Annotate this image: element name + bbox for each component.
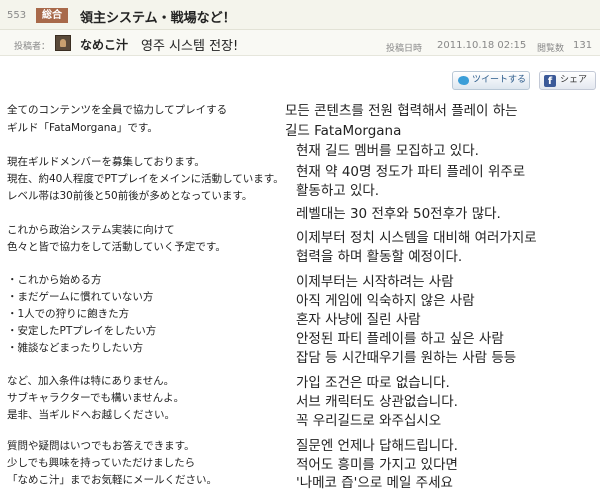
korean-line: 레벨대는 30 전후와 50전후가 많다. bbox=[296, 206, 501, 222]
view-count-label: 閲覧数 bbox=[537, 44, 565, 54]
korean-line: 적어도 흥미를 가지고 있다면 bbox=[296, 457, 458, 473]
korean-line: 이제부터는 시작하려는 사람 bbox=[296, 274, 454, 290]
japanese-line: 質問や疑問はいつでもお答えできます。 bbox=[7, 440, 195, 452]
avatar[interactable] bbox=[55, 35, 71, 51]
korean-line: 안정된 파티 플레이를 하고 싶은 사람 bbox=[296, 331, 504, 347]
tweet-button[interactable]: ツイートする bbox=[452, 71, 530, 90]
japanese-line: 現在ギルドメンバーを募集しております。 bbox=[7, 156, 205, 168]
posted-date-label: 投稿日時 bbox=[386, 44, 423, 54]
facebook-share-button[interactable]: f シェア bbox=[539, 71, 596, 90]
korean-line: 질문엔 언제나 답해드립니다. bbox=[296, 438, 458, 454]
korean-line: 서브 캐릭터도 상관없습니다. bbox=[296, 394, 458, 410]
japanese-line: 色々と皆で協力をして活動していく予定です。 bbox=[7, 241, 226, 253]
share-button-label: シェア bbox=[560, 75, 588, 85]
japanese-line: など、加入条件は特にありません。 bbox=[7, 375, 175, 387]
japanese-line: 是非、当ギルドへお越しください。 bbox=[7, 409, 175, 421]
tweet-button-label: ツイートする bbox=[472, 75, 527, 85]
japanese-line: ・1人での狩りに飽きた方 bbox=[7, 308, 130, 320]
poster-info-row: 投稿者： なめこ汁 영주 시스템 전장! 投稿日時 2011.10.18 02:… bbox=[0, 30, 600, 56]
poster-label: 投稿者： bbox=[14, 42, 51, 52]
korean-line: 활동하고 있다. bbox=[296, 183, 380, 199]
view-count: 131 bbox=[573, 40, 593, 51]
japanese-line: レベル帯は30前後と50前後が多めとなっています。 bbox=[7, 190, 253, 202]
japanese-line: 現在、約40人程度でPTプレイをメインに活動しています。 bbox=[7, 173, 284, 185]
korean-line: 이제부터 정치 시스템을 대비해 여러가지로 bbox=[296, 230, 537, 246]
facebook-icon: f bbox=[544, 75, 556, 87]
posted-date: 2011.10.18 02:15 bbox=[437, 40, 527, 51]
category-badge[interactable]: 総合 bbox=[36, 8, 68, 23]
japanese-line: ・これから始める方 bbox=[7, 274, 102, 286]
korean-line: 아직 게임에 익숙하지 않은 사람 bbox=[296, 293, 475, 309]
japanese-line: ・安定したPTプレイをしたい方 bbox=[7, 325, 157, 337]
japanese-line: 全てのコンテンツを全員で協力してプレイする bbox=[7, 104, 228, 116]
japanese-line: ・まだゲームに慣れていない方 bbox=[7, 291, 154, 303]
japanese-line: ギルド「FataMorgana」です。 bbox=[7, 122, 158, 134]
japanese-line: 「なめこ汁」までお気軽にメールください。 bbox=[7, 474, 217, 486]
twitter-bird-icon bbox=[458, 76, 469, 85]
korean-line: 길드 FataMorgana bbox=[285, 123, 402, 139]
japanese-line: これから政治システム実装に向けて bbox=[7, 224, 175, 236]
post-subject: 영주 시스템 전장! bbox=[141, 39, 239, 54]
korean-line: 모든 콘텐츠를 전원 협력해서 플레이 하는 bbox=[285, 103, 518, 119]
korean-line: 잡담 등 시간때우기를 원하는 사람 등등 bbox=[296, 350, 517, 366]
post-title: 領主システム・戦場など！ bbox=[80, 11, 236, 26]
korean-line: 현재 길드 멤버를 모집하고 있다. bbox=[296, 143, 479, 159]
korean-line: 꼭 우리길드로 와주십시오 bbox=[296, 413, 442, 429]
post-number: 553 bbox=[7, 10, 27, 21]
japanese-line: 少しでも興味を持っていただけましたら bbox=[7, 457, 196, 469]
japanese-line: サブキャラクターでも構いませんよ。 bbox=[7, 392, 185, 404]
post-header: 553 総合 領主システム・戦場など！ bbox=[0, 0, 600, 30]
korean-line: '나메코 즙'으로 메일 주세요 bbox=[296, 475, 453, 489]
korean-line: 혼자 사냥에 질린 사람 bbox=[296, 312, 421, 328]
poster-name[interactable]: なめこ汁 bbox=[80, 36, 128, 53]
korean-line: 가입 조건은 따로 없습니다. bbox=[296, 375, 450, 391]
korean-line: 협력을 하며 활동할 예정이다. bbox=[296, 249, 463, 265]
korean-line: 현재 약 40명 정도가 파티 플레이 위주로 bbox=[296, 164, 526, 180]
japanese-line: ・雑談などまったりしたい方 bbox=[7, 342, 144, 354]
